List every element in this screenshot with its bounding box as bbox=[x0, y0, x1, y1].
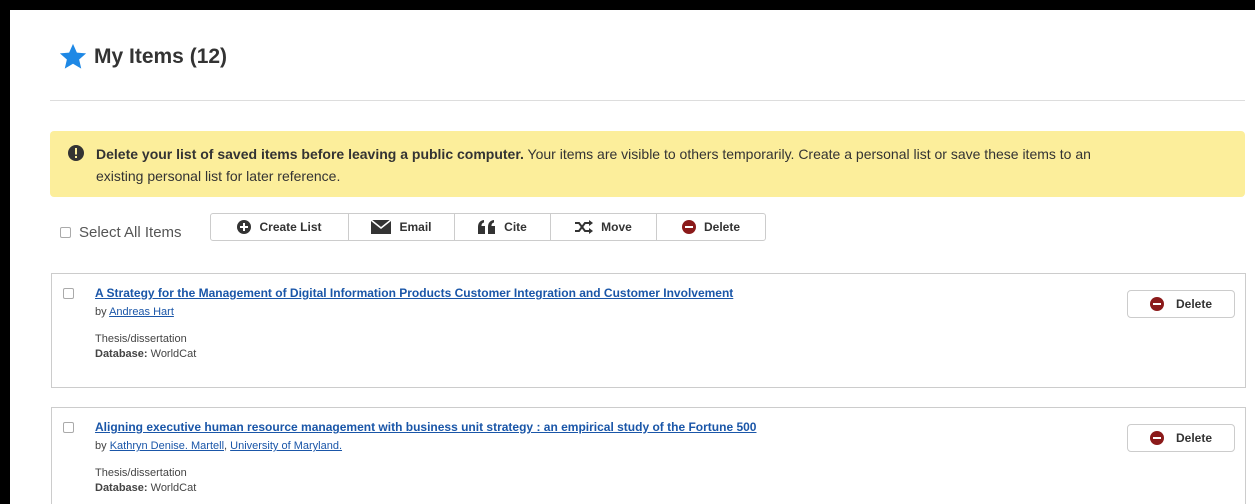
page-header: My Items (12) bbox=[58, 42, 227, 72]
item-title-link[interactable]: A Strategy for the Management of Digital… bbox=[95, 286, 733, 300]
select-all-label: Select All Items bbox=[79, 224, 182, 241]
item-byline: by Andreas Hart bbox=[95, 306, 174, 318]
envelope-icon bbox=[371, 220, 392, 234]
move-button[interactable]: Move bbox=[551, 214, 657, 240]
cite-label: Cite bbox=[504, 220, 527, 234]
exclamation-circle-icon bbox=[68, 145, 84, 161]
plus-circle-icon bbox=[237, 220, 252, 234]
item-title-link[interactable]: Aligning executive human resource manage… bbox=[95, 420, 756, 434]
minus-circle-icon bbox=[681, 220, 696, 234]
database-value: WorldCat bbox=[147, 482, 197, 494]
item-delete-label: Delete bbox=[1175, 297, 1213, 311]
list-item: A Strategy for the Management of Digital… bbox=[51, 273, 1246, 388]
header-divider bbox=[50, 100, 1245, 101]
item-delete-label: Delete bbox=[1175, 431, 1213, 445]
database-label: Database: bbox=[95, 482, 148, 494]
create-list-label: Create List bbox=[259, 220, 322, 234]
author-link[interactable]: University of Maryland. bbox=[230, 440, 342, 452]
shuffle-icon bbox=[575, 220, 594, 234]
item-type: Thesis/dissertation bbox=[95, 467, 187, 479]
item-checkbox[interactable] bbox=[63, 288, 74, 299]
list-item: Aligning executive human resource manage… bbox=[51, 407, 1246, 504]
alert-text: Your items are visible to others tempora… bbox=[523, 146, 1091, 162]
item-type: Thesis/dissertation bbox=[95, 333, 187, 345]
delete-selected-button[interactable]: Delete bbox=[657, 214, 765, 240]
move-label: Move bbox=[601, 220, 632, 234]
database-label: Database: bbox=[95, 348, 148, 360]
items-toolbar: Create List Email Cite Move Delete bbox=[210, 213, 766, 241]
page-title: My Items (12) bbox=[94, 45, 228, 68]
select-all[interactable]: Select All Items bbox=[60, 224, 182, 241]
email-button[interactable]: Email bbox=[349, 214, 455, 240]
minus-circle-icon bbox=[1149, 297, 1164, 311]
author-link[interactable]: Andreas Hart bbox=[109, 306, 174, 318]
quote-icon bbox=[478, 220, 496, 234]
byline-prefix: by bbox=[95, 306, 110, 318]
minus-circle-icon bbox=[1149, 431, 1164, 445]
email-label: Email bbox=[399, 220, 432, 234]
select-all-checkbox[interactable] bbox=[60, 227, 71, 238]
author-link[interactable]: Kathryn Denise. Martell bbox=[110, 440, 224, 452]
item-checkbox[interactable] bbox=[63, 422, 74, 433]
database-value: WorldCat bbox=[147, 348, 197, 360]
cite-button[interactable]: Cite bbox=[455, 214, 551, 240]
alert-text-continued: existing personal list for later referen… bbox=[96, 168, 341, 184]
item-database: Database: WorldCat bbox=[95, 482, 196, 494]
alert-bold-text: Delete your list of saved items before l… bbox=[96, 146, 524, 162]
item-byline: by Kathryn Denise. Martell, University o… bbox=[95, 440, 342, 452]
item-delete-button[interactable]: Delete bbox=[1127, 290, 1235, 318]
byline-prefix: by bbox=[95, 440, 110, 452]
page-frame: My Items (12) Delete your list of saved … bbox=[10, 10, 1255, 504]
item-database: Database: WorldCat bbox=[95, 348, 196, 360]
delete-label: Delete bbox=[703, 220, 741, 234]
public-computer-alert: Delete your list of saved items before l… bbox=[50, 131, 1245, 197]
create-list-button[interactable]: Create List bbox=[211, 214, 349, 240]
star-icon bbox=[59, 43, 87, 69]
item-delete-button[interactable]: Delete bbox=[1127, 424, 1235, 452]
